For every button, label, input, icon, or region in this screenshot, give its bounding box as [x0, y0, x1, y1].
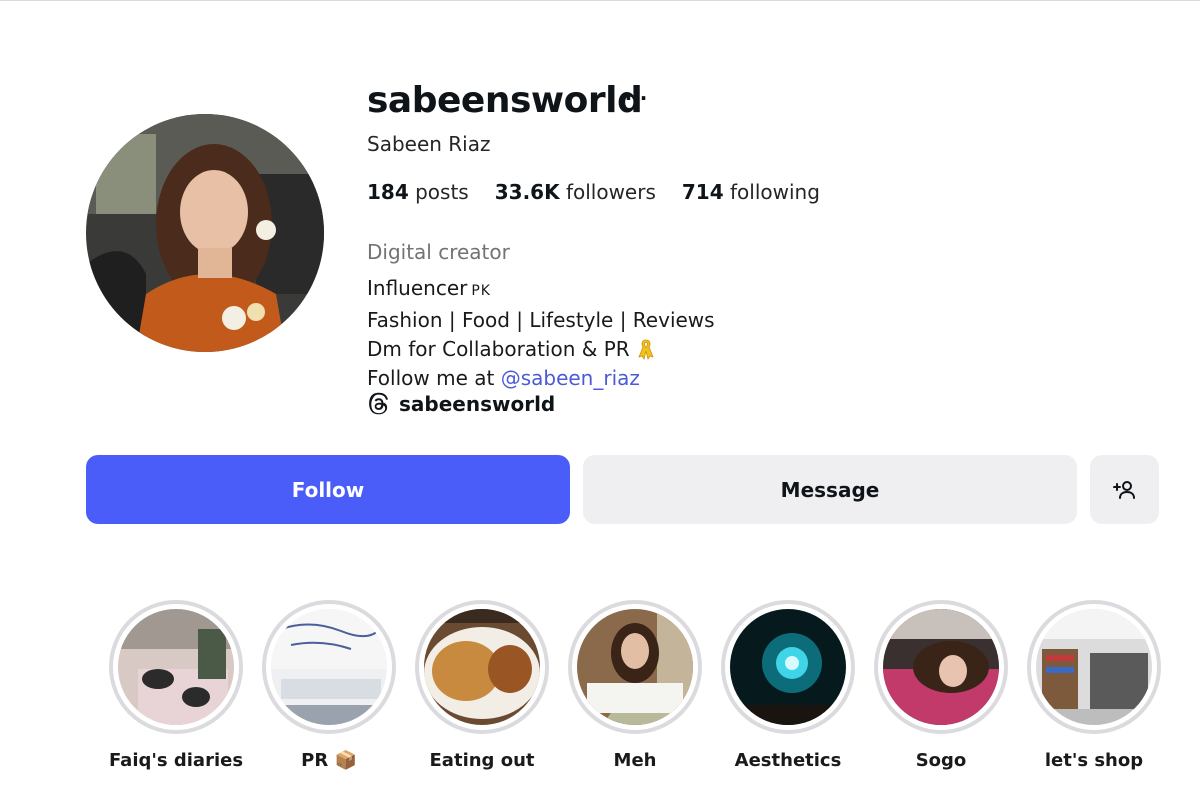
following-label: following — [729, 180, 820, 204]
bio-line-4-prefix: Follow me at — [367, 366, 495, 390]
highlight-faiqs-diaries[interactable]: Faiq's diaries — [109, 600, 243, 790]
bio-mention-link[interactable]: @sabeen_riaz — [501, 366, 640, 390]
highlight-cover — [424, 609, 540, 725]
bio-line-3-text: Dm for Collaboration & PR — [367, 337, 630, 361]
highlight-label: Aesthetics — [734, 750, 842, 771]
threads-handle: sabeensworld — [399, 392, 556, 416]
highlight-pr[interactable]: PR 📦 — [262, 600, 396, 790]
followers-value: 33.6K — [494, 180, 560, 204]
highlight-cover — [730, 609, 846, 725]
story-highlights: Faiq's diaries PR 📦 Eating out Meh Aesth… — [0, 600, 1200, 800]
suggested-users-button[interactable] — [1090, 455, 1159, 524]
highlight-label: Meh — [613, 750, 657, 771]
threads-icon — [369, 392, 388, 415]
bio-line-2: Fashion | Food | Lifestyle | Reviews — [367, 308, 715, 332]
highlight-label: PR 📦 — [301, 750, 357, 771]
posts-count: 184 posts — [367, 180, 469, 204]
posts-label: posts — [415, 180, 469, 204]
following-count[interactable]: 714 following — [682, 180, 820, 204]
following-value: 714 — [681, 180, 724, 204]
highlight-cover — [118, 609, 234, 725]
highlight-eating-out[interactable]: Eating out — [415, 600, 549, 790]
followers-label: followers — [565, 180, 656, 204]
highlight-cover — [883, 609, 999, 725]
highlight-lets-shop[interactable]: let's shop — [1027, 600, 1161, 790]
pk-flag: PK — [471, 283, 491, 299]
add-user-icon — [1112, 480, 1135, 499]
highlight-label: Faiq's diaries — [108, 750, 244, 771]
posts-value: 184 — [367, 180, 409, 204]
profile-username: sabeensworld — [367, 80, 643, 121]
bio-line-1-text: Influencer — [367, 276, 468, 300]
followers-count[interactable]: 33.6K followers — [495, 180, 656, 204]
highlight-cover — [1036, 609, 1152, 725]
highlight-sogo[interactable]: Sogo — [874, 600, 1008, 790]
highlight-label: let's shop — [1044, 750, 1144, 771]
highlight-label: Eating out — [429, 750, 535, 771]
profile-stats: 184 posts 33.6K followers 714 following — [367, 180, 820, 204]
avatar-photo — [86, 114, 324, 352]
highlight-cover — [271, 609, 387, 725]
highlight-aesthetics[interactable]: Aesthetics — [721, 600, 855, 790]
bio-line-4: Follow me at @sabeen_riaz — [367, 364, 715, 393]
bio-line-1: Influencer PK — [367, 274, 715, 306]
bio-line-3: Dm for Collaboration & PR — [367, 335, 715, 364]
profile-full-name: Sabeen Riaz — [367, 132, 491, 156]
profile-category: Digital creator — [367, 240, 510, 264]
highlight-label: Sogo — [915, 750, 967, 771]
profile-avatar[interactable] — [86, 114, 324, 352]
highlight-cover — [577, 609, 693, 725]
message-button[interactable]: Message — [583, 455, 1077, 524]
top-divider — [0, 0, 1200, 1]
profile-bio: Influencer PK Fashion | Food | Lifestyle … — [367, 274, 715, 393]
threads-link[interactable]: sabeensworld — [367, 392, 555, 416]
ribbon-icon — [636, 338, 656, 360]
more-options-button[interactable]: ··· — [624, 84, 648, 112]
highlight-meh[interactable]: Meh — [568, 600, 702, 790]
follow-button[interactable]: Follow — [86, 455, 570, 524]
